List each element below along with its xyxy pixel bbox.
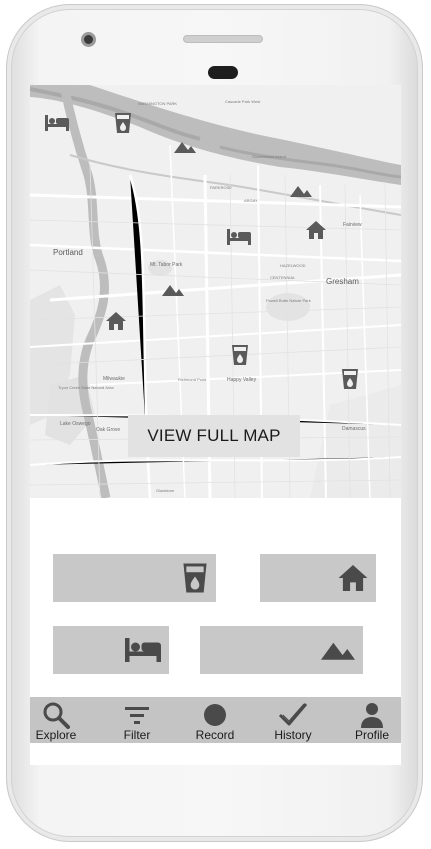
map-view[interactable]: Portland Gresham WASHINGTON PARK Cascade… (30, 85, 401, 498)
nav-label-record: Record (195, 728, 235, 742)
top-speaker-grille (183, 35, 263, 43)
map-label-lake-oswego: Lake Oswego (60, 421, 91, 427)
mountain-icon[interactable] (174, 141, 196, 153)
home-icon[interactable] (306, 221, 326, 239)
map-label-hazelwood: HAZELWOOD (280, 263, 306, 268)
map-label-argay: ARGAY (244, 198, 258, 203)
nav-label-profile: Profile (354, 728, 389, 742)
map-label-damascus: Damascus (342, 426, 366, 432)
map-label-parkrose: PARKROSE (210, 185, 232, 190)
nav-label-filter: Filter (123, 728, 151, 742)
home-icon[interactable] (106, 312, 126, 330)
map-label-washington-park: WASHINGTON PARK (138, 101, 178, 106)
nav-explore[interactable]: Explore (30, 697, 82, 743)
home-icon (338, 565, 368, 591)
shelter-category-button[interactable] (260, 554, 376, 602)
nav-record[interactable]: Record (190, 697, 240, 743)
map-label-richmond: Richmond Point (178, 377, 207, 382)
water-cup-icon[interactable] (114, 112, 132, 134)
water-cup-icon (183, 563, 207, 593)
water-category-button[interactable] (53, 554, 216, 602)
water-cup-icon[interactable] (341, 368, 359, 390)
map-label-mt-tabor: Mt. Tabor Park (150, 262, 183, 268)
map-label-fairview: Fairview (343, 222, 362, 228)
view-full-map-button[interactable]: VIEW FULL MAP (128, 415, 300, 457)
check-icon (278, 703, 308, 726)
nav-filter[interactable]: Filter (112, 697, 162, 743)
map-label-gresham: Gresham (326, 277, 359, 286)
map-label-milwaukie: Milwaukie (103, 376, 125, 382)
map-label-government-island: Government Island (252, 154, 286, 159)
map-label-cascade-park: Cascade Park West (225, 99, 261, 104)
earpiece-speaker (208, 66, 238, 79)
map-label-tryon-creek: Tryon Creek State Natural Area (58, 385, 114, 390)
bed-icon (125, 638, 161, 662)
search-icon (43, 702, 70, 729)
terrain-category-button[interactable] (200, 626, 363, 674)
lodging-category-button[interactable] (53, 626, 169, 674)
water-cup-icon[interactable] (231, 344, 249, 366)
map-label-centennial: CENTENNIAL (270, 275, 296, 280)
bed-icon[interactable] (227, 229, 251, 245)
nav-history[interactable]: History (268, 697, 318, 743)
map-label-powell-butte: Powell Butte Nature Park (266, 298, 311, 303)
bed-icon[interactable] (45, 115, 69, 131)
map-label-gladstone: Gladstone (156, 488, 175, 493)
nav-label-history: History (274, 728, 312, 742)
map-label-portland: Portland (53, 248, 83, 257)
person-icon (361, 703, 383, 728)
app-screen: Portland Gresham WASHINGTON PARK Cascade… (30, 85, 401, 765)
mountain-icon[interactable] (290, 185, 312, 197)
mountain-icon[interactable] (162, 284, 184, 296)
record-icon (204, 704, 226, 726)
mountain-icon (321, 642, 355, 660)
bottom-navigation: Explore Filter Record History Profile (30, 697, 401, 743)
nav-label-explore: Explore (35, 728, 77, 742)
map-label-oak-grove: Oak Grove (96, 427, 121, 433)
front-camera (81, 32, 96, 47)
filter-icon (125, 707, 149, 724)
map-label-happy-valley: Happy Valley (227, 377, 257, 383)
nav-profile[interactable]: Profile (348, 697, 396, 743)
